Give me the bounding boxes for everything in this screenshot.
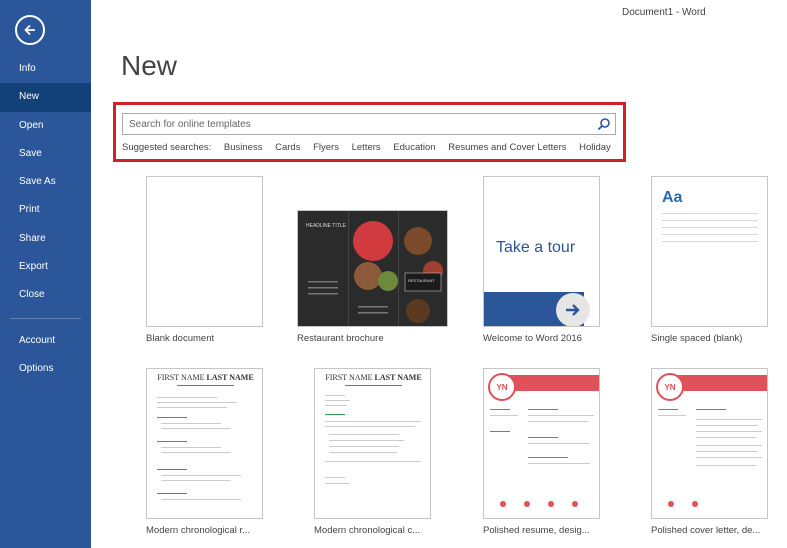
template-label: Welcome to Word 2016 [483,333,582,344]
template-thumbnail[interactable]: HEADLINE TITLE RESTAURANT [297,210,448,327]
suggestion-flyers[interactable]: Flyers [313,142,339,153]
template-label: Polished resume, desig... [483,525,590,536]
template-thumbnail[interactable]: FIRST NAME LAST NAME [314,368,431,519]
template-label: Restaurant brochure [297,333,384,344]
search-icon[interactable] [597,117,611,131]
template-label: Modern chronological r... [146,525,251,536]
sidebar-divider [10,317,81,319]
cover-name: FIRST NAME LAST NAME [325,373,422,382]
brochure-heading: HEADLINE TITLE [306,223,346,229]
sidebar-item-account[interactable]: Account [0,327,91,355]
template-label: Single spaced (blank) [651,333,743,344]
template-label: Blank document [146,333,215,344]
suggestion-cards[interactable]: Cards [275,142,300,153]
template-search-region: Suggested searches: Business Cards Flyer… [113,102,626,162]
template-thumbnail[interactable]: YN [651,368,768,519]
suggestion-education[interactable]: Education [393,142,435,153]
window-title: Document1 - Word [622,7,706,18]
suggestion-business[interactable]: Business [224,142,263,153]
tour-text: Take a tour [496,239,576,256]
brochure-badge: RESTAURANT [408,278,435,283]
template-thumbnail[interactable]: FIRST NAME LAST NAME [146,368,263,519]
template-label: Modern chronological c... [314,525,421,536]
suggested-searches: Suggested searches: Business Cards Flyer… [122,142,621,153]
back-button[interactable] [15,15,45,45]
template-thumbnail[interactable]: Aa [651,176,768,327]
sidebar-item-open[interactable]: Open [0,112,91,140]
arrow-right-icon [566,304,580,316]
sidebar-item-share[interactable]: Share [0,225,91,253]
polished-banner [504,375,599,391]
sidebar-item-options[interactable]: Options [0,355,91,383]
initials-badge: YN [656,373,684,401]
sidebar-item-close[interactable]: Close [0,281,91,309]
template-thumbnail[interactable] [146,176,263,327]
sidebar-item-new[interactable]: New [0,83,91,112]
sidebar-nav: Info New Open Save Save As Print Share E… [0,55,91,383]
search-input[interactable] [123,114,593,135]
sidebar-item-save-as[interactable]: Save As [0,168,91,196]
template-thumbnail[interactable]: Take a tour [483,176,600,327]
arrow-left-icon [24,24,35,36]
sidebar-item-print[interactable]: Print [0,196,91,224]
page-title: New [121,50,178,81]
aa-heading: Aa [662,189,683,206]
polished-banner [672,375,767,391]
backstage-sidebar: Info New Open Save Save As Print Share E… [0,0,91,548]
template-label: Polished cover letter, de... [651,525,761,536]
sidebar-item-info[interactable]: Info [0,55,91,83]
initials-badge: YN [488,373,516,401]
template-thumbnail[interactable]: YN [483,368,600,519]
suggestion-resumes[interactable]: Resumes and Cover Letters [448,142,566,153]
search-box [122,113,616,135]
sidebar-item-export[interactable]: Export [0,253,91,281]
suggested-searches-label: Suggested searches: [122,142,212,153]
sidebar-item-save[interactable]: Save [0,140,91,168]
suggestion-holiday[interactable]: Holiday [579,142,611,153]
tour-arrow-button [556,293,590,326]
resume-name: FIRST NAME LAST NAME [157,373,254,382]
suggestion-letters[interactable]: Letters [352,142,381,153]
